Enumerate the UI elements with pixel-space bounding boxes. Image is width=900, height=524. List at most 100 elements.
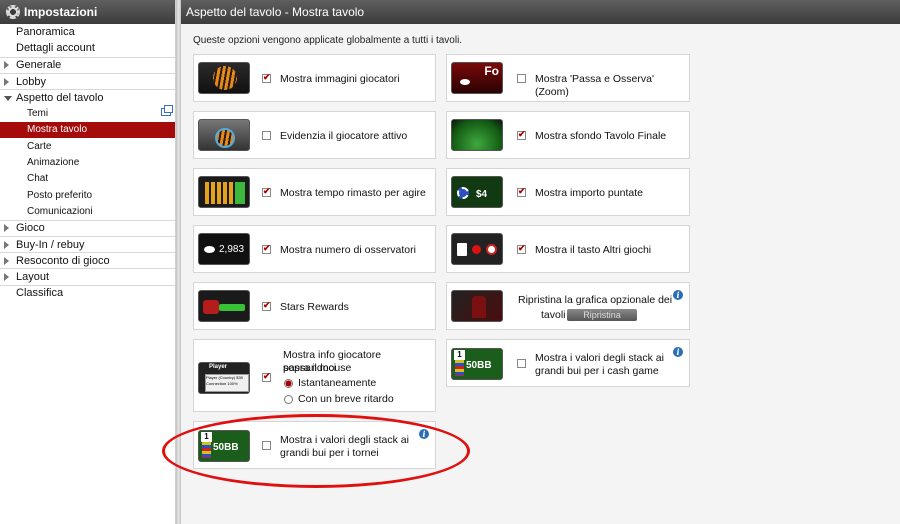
stack-tornei-thumbnail: 1 50BB bbox=[198, 430, 250, 462]
sidebar-item-lobby[interactable]: Lobby bbox=[0, 72, 175, 89]
chevron-right-icon bbox=[4, 240, 9, 249]
radio-breve-ritardo-label: Con un breve ritardo bbox=[298, 393, 394, 405]
sidebar-title: Impostazioni bbox=[24, 5, 98, 19]
settings-sidebar: Impostazioni Panoramica Dettagli account G… bbox=[0, 0, 176, 524]
sidebar-item-layout[interactable]: Layout bbox=[0, 268, 175, 284]
mostra-immagini-checkbox[interactable] bbox=[262, 72, 271, 83]
chips-icon bbox=[457, 187, 469, 199]
stack-cash-thumb-text: 50BB bbox=[466, 360, 492, 371]
chevron-right-icon bbox=[4, 256, 9, 265]
zoom-thumbnail: Fo bbox=[451, 62, 503, 94]
altri-giochi-checkbox[interactable] bbox=[517, 243, 526, 254]
option-altri-giochi: Mostra il tasto Altri giochi bbox=[446, 225, 690, 273]
osservatori-label: Mostra numero di osservatori bbox=[280, 244, 416, 256]
chevron-right-icon bbox=[4, 61, 9, 70]
sidebar-item-aspetto-del-tavolo[interactable]: Aspetto del tavolo bbox=[0, 89, 175, 105]
rewards-progress-icon bbox=[219, 304, 245, 311]
player-info-line2: Connection 100% bbox=[206, 381, 238, 386]
sidebar-item-temi[interactable]: Temi bbox=[0, 105, 175, 121]
sidebar-item-label: Panoramica bbox=[16, 26, 75, 39]
sidebar-item-mostra-tavolo[interactable]: Mostra tavolo bbox=[0, 121, 175, 139]
sidebar-item-label: Animazione bbox=[27, 157, 80, 169]
sidebar-item-buy-in-rebuy[interactable]: Buy-In / rebuy bbox=[0, 235, 175, 252]
altri-giochi-label: Mostra il tasto Altri giochi bbox=[535, 244, 652, 256]
cherry-icon bbox=[472, 245, 481, 254]
sidebar-item-posto-preferito[interactable]: Posto preferito bbox=[0, 187, 175, 203]
sidebar-item-comunicazioni[interactable]: Comunicazioni bbox=[0, 203, 175, 219]
radio-istantaneamente-label: Istantaneamente bbox=[298, 377, 377, 389]
tiger-thumbnail bbox=[198, 62, 250, 94]
stack-tornei-checkbox[interactable] bbox=[262, 441, 271, 450]
more-games-thumbnail bbox=[451, 233, 503, 265]
info-icon[interactable]: i bbox=[673, 347, 683, 357]
sidebar-item-chat[interactable]: Chat bbox=[0, 171, 175, 187]
intro-text: Queste opzioni vengono applicate globalm… bbox=[193, 35, 463, 46]
bet-amount-thumbnail: $4 bbox=[451, 176, 503, 208]
option-info-giocatore: Player Player (Country) $39 Connection 1… bbox=[193, 339, 436, 412]
stack-tornei-label-line1: Mostra i valori degli stack ai bbox=[280, 434, 409, 446]
chevron-down-icon bbox=[4, 96, 12, 102]
chevron-right-icon bbox=[4, 77, 9, 86]
sidebar-item-label: Layout bbox=[16, 271, 50, 284]
option-passa-osserva: Fo Mostra 'Passa e Osserva' (Zoom) bbox=[446, 54, 690, 102]
passa-osserva-label: Mostra 'Passa e Osserva' (Zoom) bbox=[535, 73, 654, 98]
sidebar-item-panoramica[interactable]: Panoramica bbox=[0, 24, 175, 40]
stars-rewards-thumbnail bbox=[198, 290, 250, 322]
chevron-right-icon bbox=[4, 224, 9, 233]
player-info-title: Player bbox=[209, 364, 228, 370]
importo-puntate-checkbox[interactable] bbox=[517, 186, 526, 197]
sidebar-item-label: Generale bbox=[16, 59, 62, 72]
radio-istantaneamente[interactable] bbox=[284, 379, 293, 388]
tempo-rimasto-checkbox[interactable] bbox=[262, 186, 271, 197]
stack-tornei-label-line2: grandi bui per i tornei bbox=[280, 447, 379, 459]
chip-count: 1 bbox=[454, 350, 465, 360]
tiger-face-icon bbox=[213, 66, 237, 90]
option-stack-cash: 1 50BB Mostra i valori degli stack ai gr… bbox=[446, 339, 690, 387]
sidebar-item-dettagli-account[interactable]: Dettagli account bbox=[0, 40, 175, 56]
option-sfondo-finale: Mostra sfondo Tavolo Finale bbox=[446, 111, 690, 159]
ripristina-button[interactable]: Ripristina bbox=[567, 309, 637, 321]
osservatori-checkbox[interactable] bbox=[262, 243, 271, 254]
sidebar-item-label: Aspetto del tavolo bbox=[16, 91, 104, 104]
sfondo-finale-checkbox[interactable] bbox=[517, 129, 526, 140]
observers-thumbnail: 2,983 bbox=[198, 233, 250, 265]
info-giocatore-checkbox[interactable] bbox=[262, 371, 271, 382]
player-avatar-icon bbox=[215, 128, 235, 148]
info-icon[interactable]: i bbox=[419, 429, 429, 439]
stack-cash-label-line2: grandi bui per i cash game bbox=[535, 365, 659, 377]
sidebar-item-label: Comunicazioni bbox=[27, 205, 93, 217]
stack-cash-checkbox[interactable] bbox=[517, 359, 526, 368]
sidebar-item-generale[interactable]: Generale bbox=[0, 56, 175, 73]
evidenzia-checkbox[interactable] bbox=[262, 131, 271, 140]
radio-breve-ritardo[interactable] bbox=[284, 395, 293, 404]
main-panel: Aspetto del tavolo - Mostra tavolo Quest… bbox=[181, 0, 900, 524]
sidebar-item-label: Buy-In / rebuy bbox=[16, 238, 85, 251]
info-icon[interactable]: i bbox=[673, 290, 683, 300]
player-info-thumbnail: Player Player (Country) $39 Connection 1… bbox=[198, 362, 250, 394]
option-stars-rewards: Stars Rewards bbox=[193, 282, 436, 330]
sfondo-finale-label: Mostra sfondo Tavolo Finale bbox=[535, 130, 667, 142]
passa-osserva-checkbox[interactable] bbox=[517, 74, 526, 83]
stars-rewards-checkbox[interactable] bbox=[262, 300, 271, 311]
sidebar-item-label: Carte bbox=[27, 140, 52, 152]
sidebar-item-carte[interactable]: Carte bbox=[0, 138, 175, 154]
popout-window-icon[interactable] bbox=[161, 105, 173, 117]
option-mostra-immagini: Mostra immagini giocatori bbox=[193, 54, 436, 102]
option-importo-puntate: $4 Mostra importo puntate bbox=[446, 168, 690, 216]
stack-cash-label-line1: Mostra i valori degli stack ai bbox=[535, 352, 664, 364]
time-bank-thumbnail bbox=[198, 176, 250, 208]
info-giocatore-label-line2: sopra il mouse bbox=[283, 362, 352, 374]
sidebar-item-animazione[interactable]: Animazione bbox=[0, 154, 175, 170]
sidebar-item-label: Gioco bbox=[16, 222, 45, 235]
sidebar-item-classifica[interactable]: Classifica bbox=[0, 284, 175, 301]
sidebar-item-resoconto-di-gioco[interactable]: Resoconto di gioco bbox=[0, 252, 175, 268]
observers-thumb-text: 2,983 bbox=[219, 244, 245, 255]
timer-bars-icon bbox=[205, 182, 245, 204]
eye-icon bbox=[204, 246, 215, 253]
importo-puntate-label: Mostra importo puntate bbox=[535, 187, 643, 199]
eye-icon bbox=[460, 79, 470, 85]
cards-icon bbox=[457, 243, 467, 256]
option-ripristina: Ripristina la grafica opzionale dei tavo… bbox=[446, 282, 690, 330]
sidebar-item-gioco[interactable]: Gioco bbox=[0, 219, 175, 236]
player-figure-icon bbox=[472, 296, 486, 318]
